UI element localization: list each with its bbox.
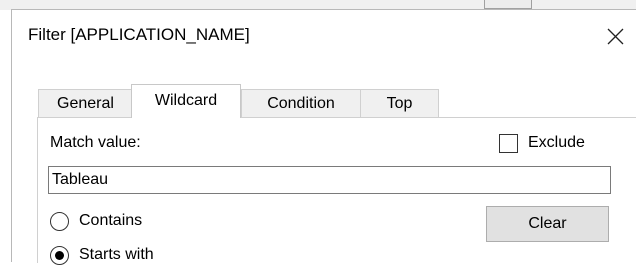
filter-dialog: Filter [APPLICATION_NAME] General Wildca… bbox=[11, 9, 636, 266]
tab-condition[interactable]: Condition bbox=[241, 89, 361, 118]
dialog-title: Filter [APPLICATION_NAME] bbox=[28, 25, 250, 44]
contains-radio[interactable] bbox=[50, 211, 69, 231]
title-bar: Filter [APPLICATION_NAME] bbox=[12, 10, 636, 62]
tab-top[interactable]: Top bbox=[360, 89, 439, 118]
contains-label: Contains bbox=[79, 212, 143, 229]
match-value-input[interactable] bbox=[48, 166, 611, 194]
tab-general[interactable]: General bbox=[38, 89, 133, 118]
background-window-fragment bbox=[484, 0, 532, 9]
tab-wildcard-label: Wildcard bbox=[154, 92, 218, 109]
clear-button[interactable]: Clear bbox=[486, 206, 609, 242]
starts-with-label: Starts with bbox=[79, 246, 154, 263]
tab-top-label: Top bbox=[386, 95, 413, 112]
starts-with-option[interactable]: Starts with bbox=[50, 244, 154, 266]
wildcard-panel: Match value: Exclude Contains Starts wit… bbox=[37, 117, 636, 266]
exclude-option[interactable]: Exclude bbox=[499, 132, 585, 154]
contains-option[interactable]: Contains bbox=[50, 210, 142, 232]
exclude-label: Exclude bbox=[528, 134, 585, 151]
close-button[interactable] bbox=[598, 20, 632, 52]
exclude-checkbox[interactable] bbox=[499, 133, 518, 153]
tab-wildcard[interactable]: Wildcard bbox=[131, 84, 241, 118]
tab-condition-label: Condition bbox=[267, 95, 335, 112]
tab-strip: General Wildcard Condition Top bbox=[38, 78, 439, 118]
match-value-label: Match value: bbox=[50, 134, 141, 151]
tab-general-label: General bbox=[57, 95, 114, 112]
close-icon bbox=[607, 28, 624, 45]
